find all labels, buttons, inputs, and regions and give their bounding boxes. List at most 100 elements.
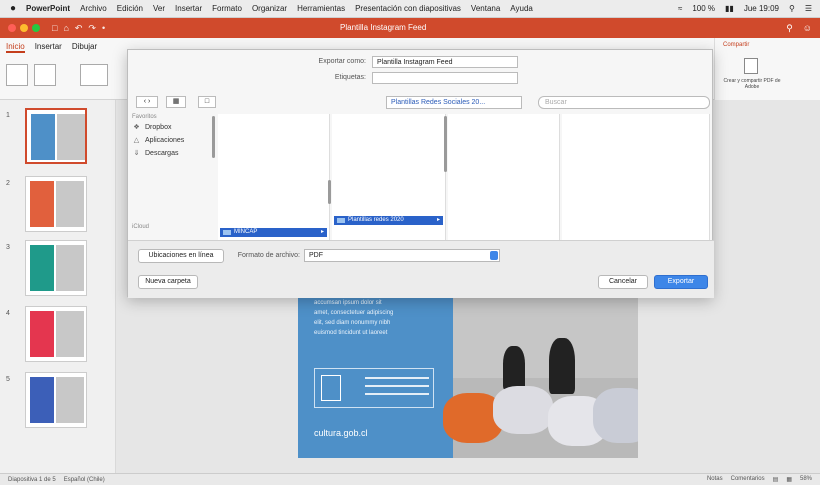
sidebar-item-aplicaciones[interactable]: △ Aplicaciones bbox=[132, 136, 216, 145]
folder-plantillas-redes[interactable]: Plantillas redes 2020 ▸ bbox=[334, 216, 443, 225]
new-folder-button[interactable]: Nueva carpeta bbox=[138, 275, 198, 289]
thumb-image bbox=[57, 114, 85, 160]
close-window-icon[interactable] bbox=[8, 24, 16, 32]
location-popup[interactable]: Plantillas Redes Sociales 20... bbox=[386, 96, 522, 109]
folder-mincap[interactable]: MINCAP ▸ bbox=[220, 228, 327, 237]
tab-dibujar[interactable]: Dibujar bbox=[72, 42, 97, 53]
chevron-right-icon: ▸ bbox=[320, 229, 324, 235]
thumb-image bbox=[56, 377, 84, 423]
share-pane: Compartir bbox=[714, 38, 820, 100]
slide-thumbnail-5[interactable] bbox=[25, 372, 87, 428]
menu-ver[interactable]: Ver bbox=[153, 4, 165, 13]
column-scrollbar[interactable] bbox=[328, 180, 331, 204]
slide-thumbnail-2[interactable] bbox=[25, 176, 87, 232]
slide-thumbnail-1[interactable] bbox=[25, 108, 87, 164]
sidebar-item-dropbox[interactable]: ❖ Dropbox bbox=[132, 123, 216, 132]
dropbox-icon: ❖ bbox=[133, 124, 140, 131]
online-locations-button[interactable]: Ubicaciones en línea bbox=[138, 249, 224, 263]
document-title: Plantilla Instagram Feed bbox=[340, 23, 427, 32]
tags-field[interactable] bbox=[372, 72, 518, 84]
folder-icon bbox=[337, 218, 345, 223]
finder-sidebar: Favoritos ❖ Dropbox △ Aplicaciones ⇓ Des… bbox=[132, 114, 216, 240]
thumb-number: 4 bbox=[6, 310, 10, 317]
browser-column-2[interactable]: Plantillas redes 2020 ▸ bbox=[332, 114, 446, 240]
thumb-image bbox=[56, 245, 84, 291]
spotlight-icon[interactable]: ⚲ bbox=[789, 4, 795, 13]
account-icon[interactable]: ☺ bbox=[803, 23, 812, 34]
folder-icon[interactable]: □ bbox=[198, 96, 216, 108]
menu-zoom: 100 % bbox=[692, 4, 716, 13]
applications-icon: △ bbox=[133, 137, 140, 144]
cushion bbox=[593, 388, 638, 443]
apple-menu-icon[interactable]: ● bbox=[10, 3, 16, 14]
slide-body-text[interactable]: accumsan ipsum dolor sit amet, consectet… bbox=[314, 298, 434, 338]
home-icon[interactable]: ⌂ bbox=[63, 23, 68, 34]
export-dialog: Exportar como: Plantilla Instagram Feed … bbox=[127, 49, 714, 298]
thumb-number: 2 bbox=[6, 180, 10, 187]
slide-thumbnail-4[interactable] bbox=[25, 306, 87, 362]
sidebar-section-favorites: Favoritos bbox=[132, 114, 157, 120]
tab-compartir[interactable]: Compartir bbox=[723, 42, 749, 48]
view-mode-button[interactable]: ▦ bbox=[166, 96, 186, 108]
browser-column-3[interactable] bbox=[448, 114, 560, 240]
menu-presentacion[interactable]: Presentación con diapositivas bbox=[355, 4, 461, 13]
more-icon[interactable]: • bbox=[102, 23, 105, 34]
sidebar-scrollbar[interactable] bbox=[212, 116, 215, 158]
create-share-pdf-label[interactable]: Crear y compartir PDF de Adobe bbox=[722, 78, 782, 90]
mac-menu-bar: ● PowerPoint Archivo Edición Ver Inserta… bbox=[0, 0, 820, 18]
cancel-button[interactable]: Cancelar bbox=[598, 275, 648, 289]
export-as-field[interactable]: Plantilla Instagram Feed bbox=[372, 56, 518, 68]
menu-insertar[interactable]: Insertar bbox=[175, 4, 202, 13]
sorter-view-icon[interactable]: ▦ bbox=[786, 476, 792, 483]
wifi-icon[interactable]: ≈ bbox=[678, 4, 682, 13]
slide-body-line: accumsan ipsum dolor sit bbox=[314, 300, 382, 306]
battery-icon[interactable]: ▮▮ bbox=[725, 4, 734, 13]
slide-counter: Diapositiva 1 de 5 bbox=[8, 476, 56, 483]
slide-thumbnail-pane: 1 2 3 4 5 bbox=[0, 100, 116, 473]
sidebar-item-descargas[interactable]: ⇓ Descargas bbox=[132, 149, 216, 158]
tab-inicio[interactable]: Inicio bbox=[6, 42, 25, 53]
menu-ventana[interactable]: Ventana bbox=[471, 4, 500, 13]
language-indicator[interactable]: Español (Chile) bbox=[64, 477, 105, 483]
browser-column-1[interactable]: MINCAP ▸ bbox=[218, 114, 330, 240]
menu-edicion[interactable]: Edición bbox=[117, 4, 143, 13]
menu-ayuda[interactable]: Ayuda bbox=[510, 4, 533, 13]
adobe-pdf-icon[interactable] bbox=[744, 58, 758, 74]
thumb-band bbox=[31, 114, 55, 160]
minimize-window-icon[interactable] bbox=[20, 24, 28, 32]
new-slide-button[interactable] bbox=[80, 64, 108, 86]
save-icon[interactable]: □ bbox=[52, 23, 57, 34]
clipboard-button[interactable] bbox=[34, 64, 56, 86]
menu-archivo[interactable]: Archivo bbox=[80, 4, 107, 13]
menu-app-name[interactable]: PowerPoint bbox=[26, 4, 70, 13]
control-center-icon[interactable]: ☰ bbox=[805, 4, 812, 13]
person-figure bbox=[549, 338, 575, 394]
menu-herramientas[interactable]: Herramientas bbox=[297, 4, 345, 13]
slide-thumbnail-3[interactable] bbox=[25, 240, 87, 296]
redo-icon[interactable]: ↷ bbox=[88, 23, 96, 34]
search-input[interactable]: Buscar bbox=[538, 96, 710, 109]
column-scrollbar[interactable] bbox=[444, 116, 447, 172]
sidebar-section-icloud: iCloud bbox=[132, 224, 150, 230]
menu-formato[interactable]: Formato bbox=[212, 4, 242, 13]
undo-icon[interactable]: ↶ bbox=[75, 23, 83, 34]
tab-insertar[interactable]: Insertar bbox=[35, 42, 62, 53]
back-forward-buttons[interactable]: ‹ › bbox=[136, 96, 158, 108]
menu-organizar[interactable]: Organizar bbox=[252, 4, 287, 13]
zoom-window-icon[interactable] bbox=[32, 24, 40, 32]
window-controls bbox=[8, 24, 40, 32]
export-button[interactable]: Exportar bbox=[654, 275, 708, 289]
thumb-image bbox=[56, 181, 84, 227]
slide-url: cultura.gob.cl bbox=[314, 428, 368, 438]
browser-column-4[interactable] bbox=[562, 114, 710, 240]
file-format-select[interactable]: PDF bbox=[304, 249, 500, 262]
thumb-number: 5 bbox=[6, 376, 10, 383]
notes-button[interactable]: Notas bbox=[707, 476, 723, 483]
logo-emblem-icon bbox=[321, 375, 341, 401]
zoom-level[interactable]: 58% bbox=[800, 476, 812, 483]
comments-button[interactable]: Comentarios bbox=[731, 476, 765, 483]
normal-view-icon[interactable]: ▤ bbox=[773, 476, 779, 483]
search-document-icon[interactable]: ⚲ bbox=[786, 23, 793, 34]
menu-clock[interactable]: Jue 19:09 bbox=[744, 4, 779, 13]
paste-button[interactable] bbox=[6, 64, 28, 86]
